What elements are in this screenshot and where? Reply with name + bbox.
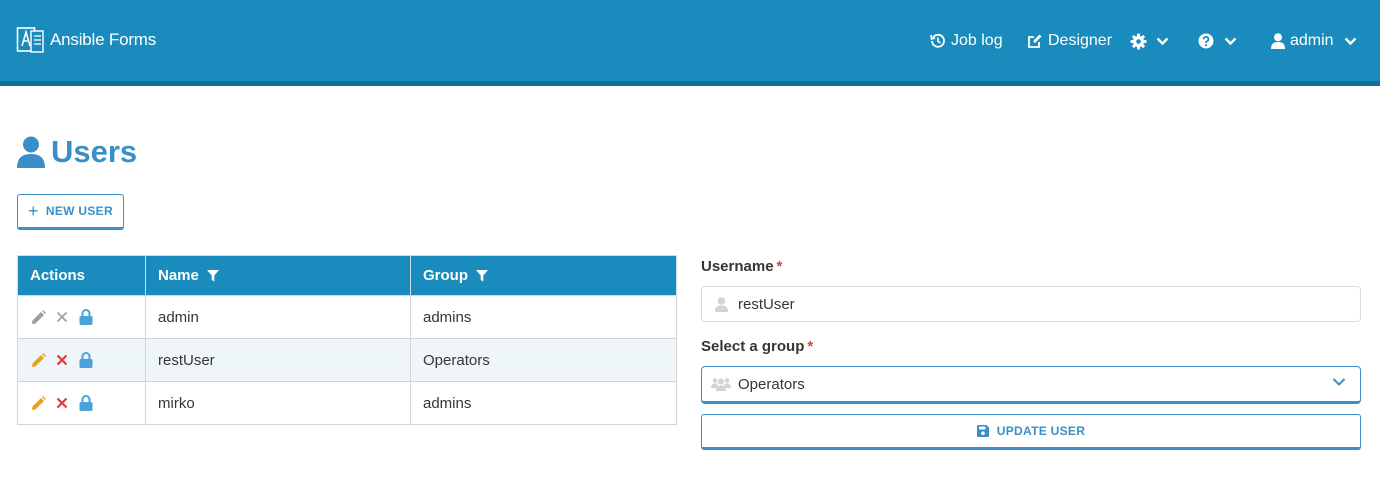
user-group-cell: admins [410, 295, 677, 339]
page-title: Users [17, 134, 137, 170]
navbar: Ansible Forms Job log Designer admin [0, 0, 1380, 86]
actions-cell [17, 381, 146, 425]
brand[interactable]: Ansible Forms [16, 26, 156, 54]
column-header-name-label: Name [158, 267, 199, 284]
column-header-group[interactable]: Group [410, 255, 677, 296]
edit-icon [1028, 34, 1042, 48]
lock-icon[interactable] [78, 309, 94, 325]
table-row: restUser Operators [17, 338, 677, 382]
lock-icon[interactable] [78, 395, 94, 411]
username-field[interactable]: restUser [701, 286, 1361, 322]
history-icon [930, 33, 945, 48]
delete-icon[interactable] [54, 352, 70, 368]
user-icon [1271, 33, 1285, 49]
user-name-cell: restUser [145, 338, 411, 382]
plus-icon: + [28, 201, 39, 221]
lock-icon[interactable] [78, 352, 94, 368]
group-label: Select a group * [701, 338, 813, 355]
nav-user-label: admin [1290, 32, 1334, 49]
username-label: Username * [701, 258, 782, 275]
chevron-down-icon [1156, 37, 1169, 45]
group-select-value: Operators [738, 375, 805, 393]
delete-icon[interactable] [54, 395, 70, 411]
edit-icon[interactable] [30, 395, 46, 411]
nav-designer[interactable]: Designer [1027, 30, 1112, 52]
user-group-cell: admins [410, 381, 677, 425]
column-header-name[interactable]: Name [145, 255, 411, 296]
chevron-down-icon [1332, 378, 1346, 386]
username-value: restUser [738, 295, 795, 313]
help-icon [1198, 33, 1214, 49]
column-header-actions: Actions [17, 255, 146, 296]
filter-icon[interactable] [206, 269, 219, 282]
nav-job-log-label: Job log [951, 32, 1003, 49]
nav-designer-label: Designer [1048, 32, 1113, 49]
table-header-row: Actions Name Group [17, 255, 677, 296]
nav-user-dropdown[interactable]: admin [1271, 30, 1357, 52]
filter-icon[interactable] [476, 269, 488, 282]
user-icon [711, 296, 731, 312]
user-name-cell: mirko [145, 381, 411, 425]
chevron-down-icon [1344, 37, 1356, 45]
group-label-text: Select a group [701, 338, 805, 355]
group-select[interactable]: Operators [701, 366, 1361, 404]
gear-icon [1130, 33, 1147, 49]
save-icon [976, 425, 989, 437]
update-user-button[interactable]: UPDATE USER [701, 414, 1361, 450]
user-icon [17, 136, 45, 168]
required-mark: * [776, 258, 783, 275]
page-title-text: Users [51, 134, 138, 169]
nav-settings-dropdown[interactable] [1130, 30, 1169, 52]
actions-cell [17, 338, 146, 382]
nav-help-dropdown[interactable] [1198, 30, 1237, 52]
ansible-forms-logo-icon [16, 27, 44, 53]
users-table: Actions Name Group admin admins restUser… [17, 255, 677, 425]
brand-name: Ansible Forms [50, 30, 157, 49]
table-row: mirko admins [17, 381, 677, 425]
update-user-label: UPDATE USER [996, 424, 1086, 438]
table-row: admin admins [17, 295, 677, 339]
users-icon [711, 377, 731, 391]
chevron-down-icon [1224, 37, 1237, 45]
nav-job-log[interactable]: Job log [930, 30, 1003, 52]
actions-cell [17, 295, 146, 339]
username-label-text: Username [701, 258, 774, 275]
new-user-button[interactable]: + NEW USER [17, 194, 124, 230]
edit-icon[interactable] [30, 352, 46, 368]
column-header-group-label: Group [423, 267, 468, 284]
delete-icon [54, 309, 70, 325]
user-group-cell: Operators [410, 338, 677, 382]
new-user-label: NEW USER [45, 204, 113, 218]
column-header-actions-label: Actions [30, 267, 86, 284]
user-name-cell: admin [145, 295, 411, 339]
required-mark: * [807, 338, 814, 355]
edit-icon [30, 309, 46, 325]
